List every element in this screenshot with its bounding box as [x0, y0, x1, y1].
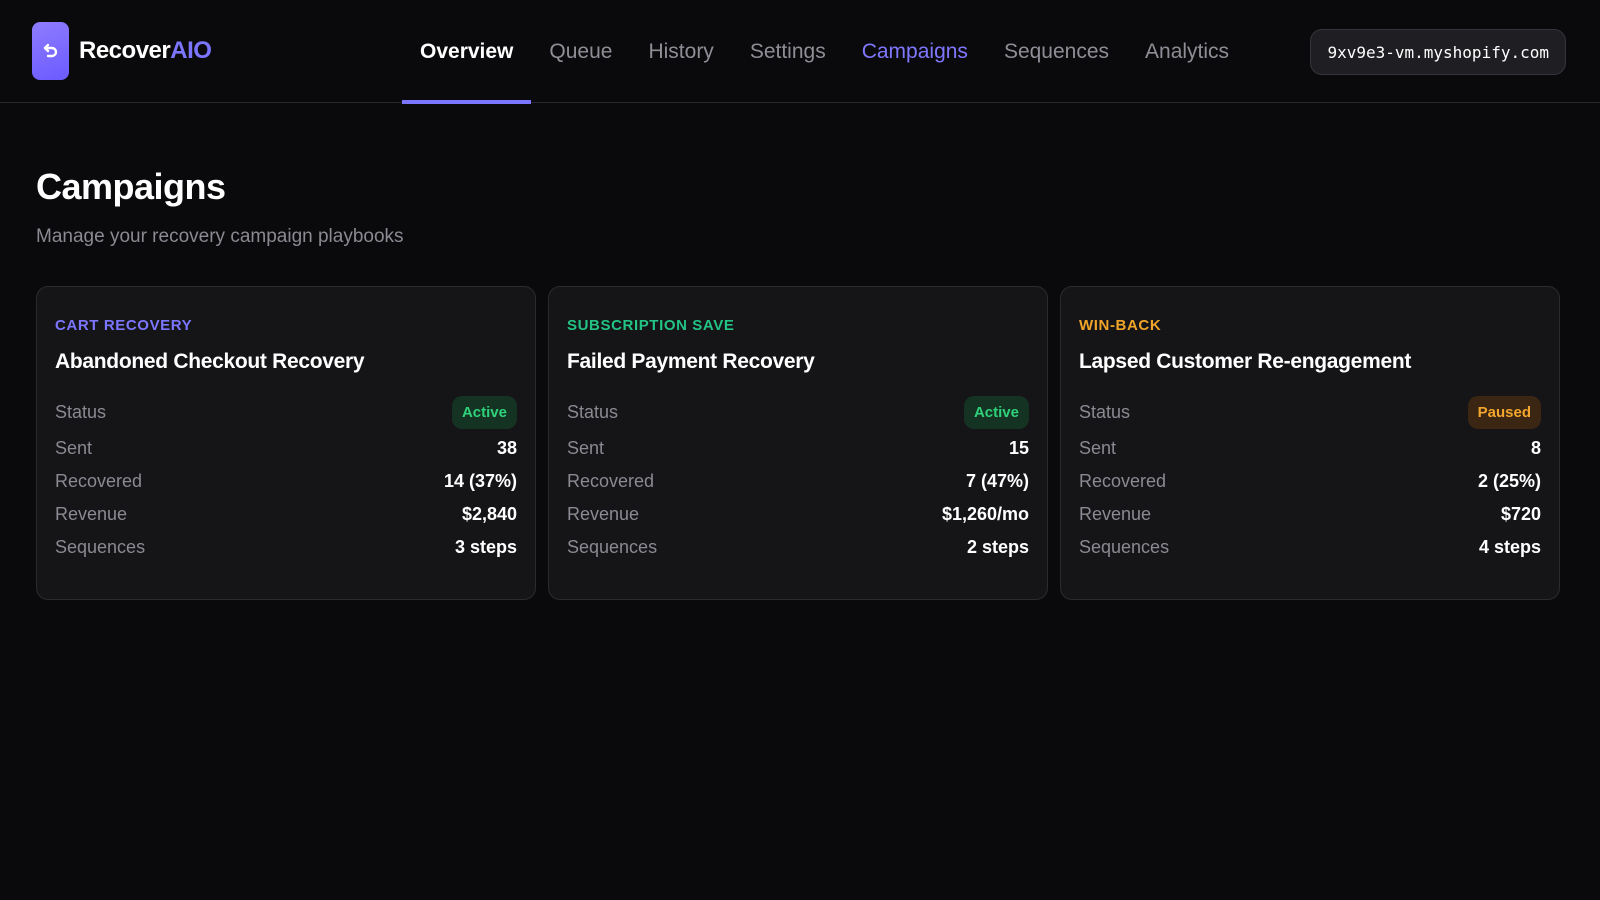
recovered-row: Recovered 14 (37%) [55, 465, 517, 498]
page-header: Campaigns Manage your recovery campaign … [36, 166, 404, 248]
sequences-label: Sequences [55, 537, 146, 557]
sequences-label: Sequences [1079, 537, 1170, 557]
sequences-row: Sequences 2 steps [567, 531, 1029, 564]
revenue-value: $1,260/mo [941, 504, 1029, 524]
status-label: Status [567, 401, 619, 422]
sent-row: Sent 8 [1079, 432, 1541, 465]
top-bar: RecoverAIO Overview Queue History Settin… [0, 0, 1600, 104]
recovered-value: 2 (25%) [1477, 471, 1541, 491]
campaign-title: Lapsed Customer Re-engagement [1079, 350, 1412, 373]
sent-label: Sent [55, 438, 93, 458]
revenue-value: $2,840 [461, 504, 517, 524]
sent-value: 38 [496, 438, 517, 458]
tab-campaigns[interactable]: Campaigns [844, 0, 986, 103]
recovered-row: Recovered 2 (25%) [1079, 465, 1541, 498]
recovered-value: 7 (47%) [965, 471, 1029, 491]
status-badge: Paused [1467, 395, 1541, 429]
tab-queue[interactable]: Queue [531, 0, 630, 103]
campaign-title: Abandoned Checkout Recovery [55, 350, 365, 373]
return-arrow-icon [32, 22, 69, 80]
revenue-label: Revenue [1079, 504, 1152, 524]
status-row: Status Active [55, 392, 517, 432]
brand-name-part2: AIO [170, 37, 212, 64]
recovered-label: Recovered [567, 471, 655, 491]
sent-label: Sent [1079, 438, 1117, 458]
recovered-value: 14 (37%) [443, 471, 517, 491]
sequences-row: Sequences 3 steps [55, 531, 517, 564]
tab-history[interactable]: History [630, 0, 731, 103]
status-row: Status Paused [1079, 392, 1541, 432]
sent-value: 15 [1008, 438, 1029, 458]
campaign-category: WIN-BACK [1079, 317, 1162, 334]
tab-settings[interactable]: Settings [732, 0, 844, 103]
tab-analytics[interactable]: Analytics [1127, 0, 1247, 103]
status-badge: Active [963, 395, 1029, 429]
brand-name: RecoverAIO [79, 37, 212, 65]
sequences-row: Sequences 4 steps [1079, 531, 1541, 564]
sent-row: Sent 38 [55, 432, 517, 465]
status-row: Status Active [567, 392, 1029, 432]
revenue-row: Revenue $720 [1079, 498, 1541, 531]
sequences-value: 4 steps [1478, 537, 1541, 557]
recovered-label: Recovered [55, 471, 143, 491]
brand[interactable]: RecoverAIO [32, 22, 212, 80]
campaign-category: CART RECOVERY [55, 317, 193, 334]
sequences-value: 2 steps [966, 537, 1029, 557]
campaign-stats: Status Active Sent 15 Recovered 7 (47%) … [567, 392, 1029, 564]
sent-row: Sent 15 [567, 432, 1029, 465]
tab-overview[interactable]: Overview [402, 0, 532, 104]
campaign-category: SUBSCRIPTION SAVE [567, 317, 735, 334]
recovered-label: Recovered [1079, 471, 1167, 491]
revenue-row: Revenue $2,840 [55, 498, 517, 531]
campaign-card[interactable]: CART RECOVERY Abandoned Checkout Recover… [36, 286, 536, 600]
campaign-stats: Status Active Sent 38 Recovered 14 (37%)… [55, 392, 517, 564]
status-badge: Active [451, 395, 517, 429]
revenue-label: Revenue [567, 504, 640, 524]
sent-value: 8 [1530, 438, 1541, 458]
campaign-title: Failed Payment Recovery [567, 350, 815, 373]
sequences-value: 3 steps [454, 537, 517, 557]
sequences-label: Sequences [567, 537, 658, 557]
revenue-value: $720 [1500, 504, 1541, 524]
page-title: Campaigns [36, 166, 226, 207]
campaign-card[interactable]: SUBSCRIPTION SAVE Failed Payment Recover… [548, 286, 1048, 600]
revenue-row: Revenue $1,260/mo [567, 498, 1029, 531]
brand-name-part1: Recover [79, 37, 171, 64]
status-label: Status [1079, 401, 1131, 422]
campaign-stats: Status Paused Sent 8 Recovered 2 (25%) R… [1079, 392, 1541, 564]
status-label: Status [55, 401, 107, 422]
recovered-row: Recovered 7 (47%) [567, 465, 1029, 498]
sent-label: Sent [567, 438, 605, 458]
main-nav: Overview Queue History Settings Campaign… [402, 0, 1247, 104]
revenue-label: Revenue [55, 504, 128, 524]
page-subtitle: Manage your recovery campaign playbooks [36, 226, 404, 247]
tab-sequences[interactable]: Sequences [986, 0, 1127, 103]
shop-domain-pill[interactable]: 9xv9e3-vm.myshopify.com [1310, 29, 1566, 75]
campaign-card[interactable]: WIN-BACK Lapsed Customer Re-engagement S… [1060, 286, 1560, 600]
campaign-cards: CART RECOVERY Abandoned Checkout Recover… [36, 286, 1560, 600]
